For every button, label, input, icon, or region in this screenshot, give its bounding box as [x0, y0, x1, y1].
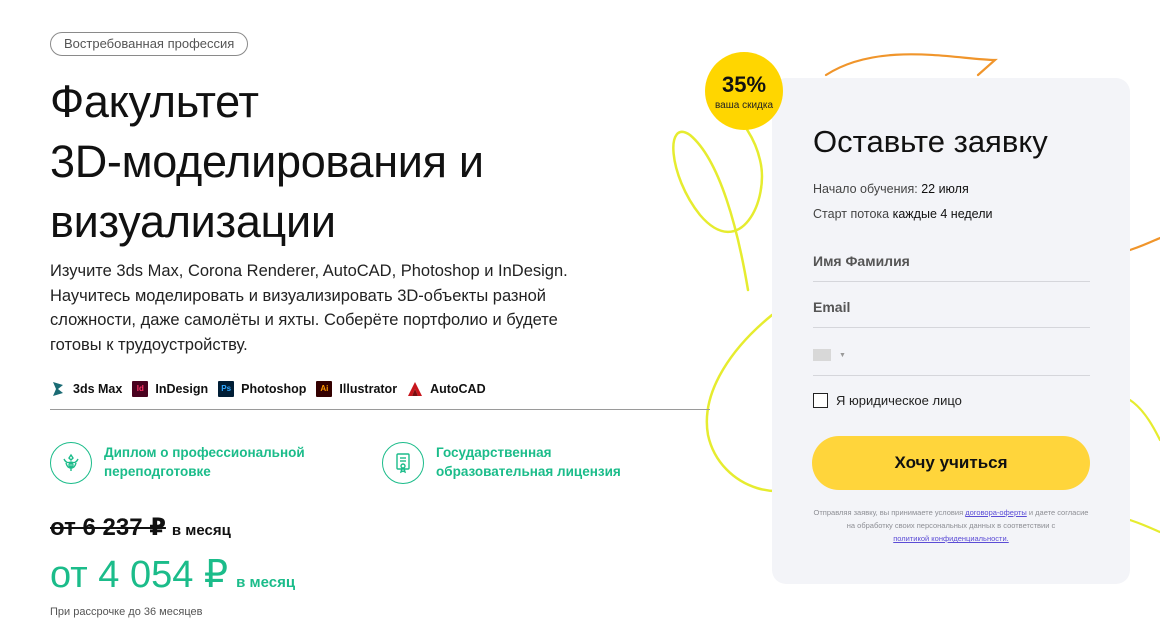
start-date-value: 22 июля — [921, 182, 969, 196]
name-field-wrapper — [813, 246, 1090, 282]
certificate-icon — [382, 442, 424, 484]
feature-license: Государственная образовательная лицензия — [382, 442, 621, 484]
tool-illustrator: Ai Illustrator — [316, 380, 398, 397]
photoshop-icon: Ps — [218, 380, 235, 397]
phone-field-wrapper: ▼ — [813, 340, 1090, 376]
installment-note: При рассрочке до 36 месяцев — [50, 606, 203, 618]
illustrator-icon: Ai — [316, 380, 333, 397]
page-title: Факультет 3D-моделирования и визуализаци… — [50, 72, 650, 252]
feature-line: Диплом о профессиональной — [104, 445, 305, 460]
discount-label: ваша скидка — [714, 99, 774, 111]
stream-label: Старт потока — [813, 207, 890, 221]
indesign-icon: Id — [132, 380, 149, 397]
start-date-label: Начало обучения: — [813, 182, 918, 196]
emblem-icon — [50, 442, 92, 484]
feature-line: переподготовке — [104, 464, 211, 479]
feature-line: Государственная — [436, 445, 552, 460]
yellow-doodle-right — [1128, 398, 1160, 534]
legal-disclaimer: Отправляя заявку, вы принимаете условия … — [812, 506, 1090, 545]
legal-entity-checkbox[interactable] — [813, 393, 828, 408]
new-price: от 4 054 ₽ в месяц — [50, 552, 295, 597]
course-description: Изучите 3ds Max, Corona Renderer, AutoCA… — [50, 262, 568, 354]
tool-autocad: AutoCAD — [407, 381, 486, 397]
email-input[interactable] — [813, 292, 1090, 322]
old-price-amount: от 6 237 ₽ — [50, 514, 166, 541]
stream-value: каждые 4 недели — [892, 207, 993, 221]
offer-agreement-link[interactable]: договора-оферты — [965, 508, 1027, 517]
tool-3ds-max: 3ds Max — [50, 381, 122, 397]
application-form: Оставьте заявку Начало обучения: 22 июля… — [772, 78, 1130, 584]
tool-label: Photoshop — [241, 381, 307, 396]
country-flag-icon[interactable] — [813, 349, 831, 361]
name-input[interactable] — [813, 246, 1090, 276]
feature-text: Диплом о профессиональной переподготовке — [104, 443, 305, 481]
feature-line: образовательная лицензия — [436, 464, 621, 479]
old-price-unit: в месяц — [171, 522, 231, 539]
3ds-max-icon — [50, 381, 66, 397]
chevron-down-icon[interactable]: ▼ — [839, 352, 846, 359]
feature-text: Государственная образовательная лицензия — [436, 443, 621, 481]
legal-entity-option[interactable]: Я юридическое лицо — [813, 393, 962, 408]
title-line: Факультет — [50, 76, 259, 127]
autocad-icon — [407, 381, 423, 397]
discount-value: 35% — [721, 71, 767, 97]
tool-photoshop: Ps Photoshop — [218, 380, 307, 397]
start-date-info: Начало обучения: 22 июля — [813, 182, 969, 196]
feature-diploma: Диплом о профессиональной переподготовке — [50, 442, 305, 484]
stream-info: Старт потока каждые 4 недели — [813, 207, 992, 221]
submit-button[interactable]: Хочу учиться — [812, 436, 1090, 490]
tool-label: Illustrator — [339, 381, 398, 396]
new-price-unit: в месяц — [236, 574, 296, 591]
privacy-policy-link[interactable]: политикой конфиденциальности. — [893, 534, 1009, 543]
tools-list: 3ds Max Id InDesign Ps Photoshop Ai Illu… — [50, 378, 710, 410]
profession-tag: Востребованная профессия — [50, 32, 249, 56]
discount-badge: 35% ваша скидка — [705, 52, 783, 130]
legal-text: Отправляя заявку, вы принимаете условия — [813, 508, 964, 517]
form-title: Оставьте заявку — [813, 124, 1048, 159]
phone-input[interactable]: ▼ — [813, 340, 1090, 370]
tool-label: InDesign — [155, 381, 209, 396]
old-price: от 6 237 ₽ в месяц — [50, 513, 231, 542]
title-line: визуализации — [50, 196, 336, 247]
title-line: 3D-моделирования и — [50, 136, 484, 187]
new-price-amount: от 4 054 ₽ — [50, 554, 229, 596]
tool-indesign: Id InDesign — [132, 380, 209, 397]
tool-label: 3ds Max — [73, 381, 123, 396]
email-field-wrapper — [813, 292, 1090, 328]
tool-label: AutoCAD — [430, 381, 486, 396]
legal-entity-label: Я юридическое лицо — [836, 393, 962, 408]
